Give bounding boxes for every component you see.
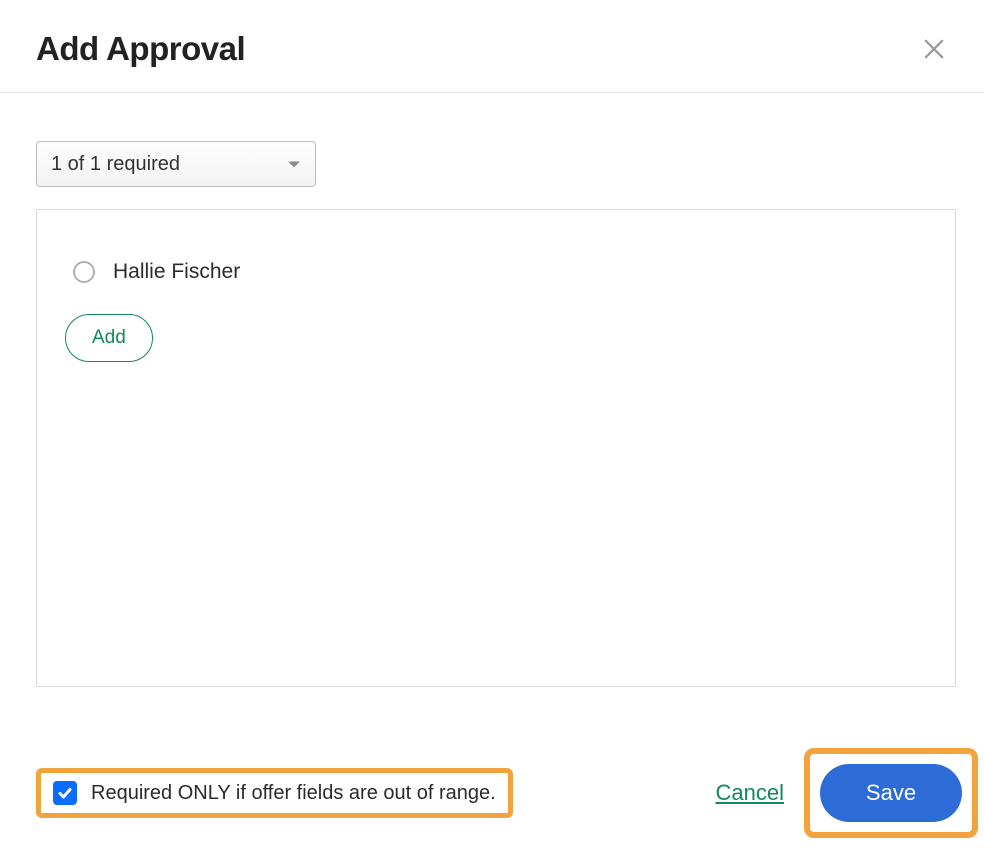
required-count-value: 1 of 1 required [51,153,180,176]
modal-body: 1 of 1 required Hallie Fischer Add [0,93,984,687]
close-icon[interactable] [920,35,948,63]
approver-radio[interactable] [73,261,95,283]
required-count-select[interactable]: 1 of 1 required [36,141,316,187]
add-approver-label: Add [92,327,126,349]
approver-name: Hallie Fischer [113,260,240,284]
save-button-label: Save [866,780,916,806]
save-button-highlight: Save [804,748,978,838]
footer-actions: Cancel Save [716,748,978,838]
required-out-of-range-checkbox[interactable] [53,781,77,805]
modal-footer: Required ONLY if offer fields are out of… [0,748,984,838]
modal-header: Add Approval [0,0,984,93]
required-out-of-range-label: Required ONLY if offer fields are out of… [91,782,496,805]
modal-title: Add Approval [36,30,245,68]
required-out-of-range-highlight: Required ONLY if offer fields are out of… [36,768,513,818]
cancel-button[interactable]: Cancel [716,780,784,806]
add-approval-modal: Add Approval 1 of 1 required Hallie Fisc… [0,0,984,848]
chevron-down-icon [287,153,301,176]
add-approver-button[interactable]: Add [65,314,153,362]
approver-row: Hallie Fischer [73,260,927,284]
approvers-panel: Hallie Fischer Add [36,209,956,687]
save-button[interactable]: Save [820,764,962,822]
